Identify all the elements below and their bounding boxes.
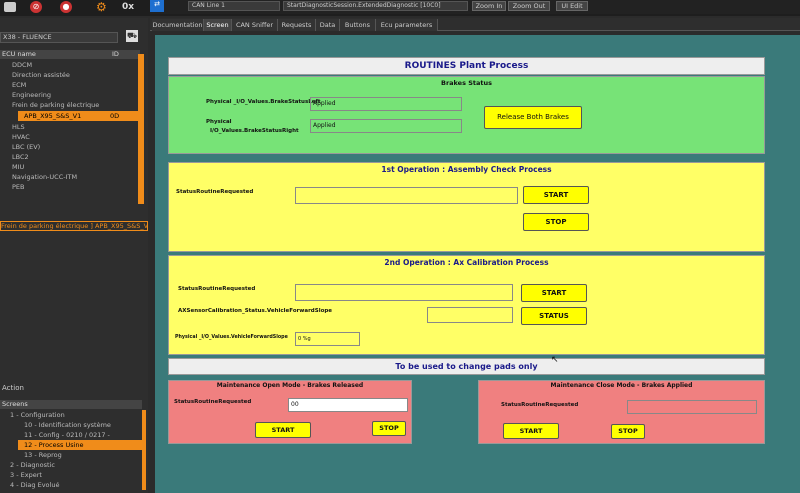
ecu-item-label: APB_X95_S&S_V1 <box>24 112 82 120</box>
release-brakes-button[interactable]: Release Both Brakes <box>484 106 582 129</box>
op2-slope-value: 0 %g <box>295 332 360 346</box>
maintenance-open-title: Maintenance Open Mode - Brakes Released <box>216 382 364 389</box>
maintenance-open-start-button[interactable]: START <box>255 422 311 438</box>
brakes-status-title: Brakes Status <box>440 79 492 87</box>
brakes-status-panel: Brakes Status Physical _I/O_Values.Brake… <box>168 76 765 154</box>
ecu-item[interactable]: HLS <box>0 122 148 132</box>
maintenance-open-label: StatusRoutineRequested <box>174 399 252 405</box>
maintenance-open-panel: Maintenance Open Mode - Brakes Released … <box>168 380 412 444</box>
op2-slope-label: Physical _I/O_Values.VehicleForwardSlope <box>175 335 288 340</box>
tree-item-selected[interactable]: 12 - Process Usine <box>18 440 142 450</box>
ecu-item[interactable]: Engineering <box>0 90 148 100</box>
current-ecu-status: Frein de parking électrique ] APB_X95_S&… <box>0 221 148 231</box>
can-toolbar: ⇄ CAN Line 1 StartDiagnosticSession.Exte… <box>150 0 800 14</box>
ecu-id-header: ID <box>112 50 119 58</box>
ecu-list-scrollbar[interactable] <box>138 54 144 204</box>
tree-scrollbar[interactable] <box>142 410 146 490</box>
tab-documentation[interactable]: Documentation <box>152 19 204 31</box>
tree-item[interactable]: 11 - Config - 0210 / 0217 - <box>0 430 148 440</box>
op2-panel: 2nd Operation : Ax Calibration Process S… <box>168 255 765 355</box>
vehicle-icon[interactable]: ⛟ <box>126 30 138 42</box>
ecu-item[interactable]: Navigation-UCC-ITM <box>0 172 148 182</box>
op2-start-button[interactable]: START <box>521 284 587 302</box>
stop-icon[interactable]: ⊘ <box>30 1 42 13</box>
ecu-list-header: ECU name ID <box>0 50 140 59</box>
tab-can-sniffer[interactable]: CAN Sniffer <box>232 19 278 31</box>
op2-status-value <box>295 284 513 301</box>
tree-item[interactable]: 2 - Diagnostic <box>0 460 148 470</box>
tab-bar: Documentation Screen CAN Sniffer Request… <box>150 18 800 31</box>
tab-buttons[interactable]: Buttons <box>340 19 376 31</box>
screen-canvas: ROUTINES Plant Process Brakes Status Phy… <box>155 35 800 493</box>
ui-edit-button[interactable]: UI Edit <box>556 1 588 11</box>
tab-data[interactable]: Data <box>316 19 340 31</box>
ecu-item[interactable]: ECM <box>0 80 148 90</box>
screen-title: ROUTINES Plant Process <box>404 61 529 71</box>
maintenance-close-stop-button[interactable]: STOP <box>611 424 645 439</box>
maintenance-close-title: Maintenance Close Mode - Brakes Applied <box>550 382 693 389</box>
op2-title: 2nd Operation : Ax Calibration Process <box>384 258 549 267</box>
screen-title-bar: ROUTINES Plant Process <box>168 57 765 75</box>
tab-requests[interactable]: Requests <box>278 19 316 31</box>
counter: 0x <box>122 2 135 12</box>
op1-status-value <box>295 187 518 204</box>
op2-status-label: StatusRoutineRequested <box>178 286 256 292</box>
brake-right-value: Applied <box>310 119 462 133</box>
maintenance-close-start-button[interactable]: START <box>503 423 559 439</box>
op1-status-label: StatusRoutineRequested <box>176 189 254 195</box>
ecu-item[interactable]: HVAC <box>0 132 148 142</box>
tree-item[interactable]: 1 - Configuration <box>0 410 148 420</box>
gear-icon[interactable]: ⚙ <box>96 0 107 14</box>
vehicle-select[interactable]: X38 - FLUENCE <box>0 32 118 43</box>
ecu-item[interactable]: MIU <box>0 162 148 172</box>
tab-screen[interactable]: Screen <box>204 19 232 31</box>
maintenance-open-stop-button[interactable]: STOP <box>372 421 406 436</box>
maintenance-open-value: 00 <box>288 398 408 412</box>
action-label: Action <box>2 384 24 392</box>
pads-banner: To be used to change pads only <box>168 358 765 375</box>
maintenance-close-value <box>627 400 757 414</box>
can-line-select[interactable]: CAN Line 1 <box>188 1 280 11</box>
tree-item[interactable]: 3 - Expert <box>0 470 148 480</box>
brake-right-label-b: I/O_Values.BrakeStatusRight <box>210 128 299 134</box>
tree-item[interactable]: 10 - Identification système <box>0 420 148 430</box>
brake-left-value: Applied <box>310 97 462 111</box>
pads-banner-text: To be used to change pads only <box>395 362 538 371</box>
ecu-item[interactable]: LBC2 <box>0 152 148 162</box>
screens-header: Screens <box>0 400 142 409</box>
tree-item[interactable]: 13 - Reprog <box>0 450 148 460</box>
ecu-item[interactable]: Frein de parking électrique <box>0 100 148 110</box>
ecu-item-id: 0D <box>110 112 120 120</box>
ecu-item-selected[interactable]: APB_X95_S&S_V1 0D <box>18 111 140 121</box>
ecu-item[interactable]: DDCM <box>0 60 148 70</box>
op2-slope-status-value <box>427 307 513 323</box>
brake-right-label-a: Physical <box>206 119 232 125</box>
left-panel: X38 - FLUENCE ⛟ ECU name ID DDCM Directi… <box>0 18 148 493</box>
op2-status-button[interactable]: STATUS <box>521 307 587 325</box>
print-icon[interactable] <box>4 2 16 12</box>
zoom-in-button[interactable]: Zoom In <box>472 1 506 11</box>
op1-start-button[interactable]: START <box>523 186 589 204</box>
op1-stop-button[interactable]: STOP <box>523 213 589 231</box>
maintenance-close-label: StatusRoutineRequested <box>501 402 579 408</box>
zoom-out-button[interactable]: Zoom Out <box>508 1 550 11</box>
ecu-item[interactable]: PEB <box>0 182 148 192</box>
mouse-cursor-icon: ↖ <box>551 355 559 365</box>
op2-slope-status-label: AXSensorCalibration_Status.VehicleForwar… <box>178 308 333 314</box>
op1-panel: 1st Operation : Assembly Check Process S… <box>168 162 765 252</box>
maintenance-close-panel: Maintenance Close Mode - Brakes Applied … <box>478 380 765 444</box>
record-icon[interactable]: ● <box>60 1 72 13</box>
ecu-name-header: ECU name <box>2 50 36 58</box>
ecu-item[interactable]: Direction assistée <box>0 70 148 80</box>
brake-left-label: Physical _I/O_Values.BrakeStatusLeft <box>206 99 321 105</box>
tree-item[interactable]: 4 - Diag Evolué <box>0 480 148 490</box>
ecu-item[interactable]: LBC (EV) <box>0 142 148 152</box>
session-select[interactable]: StartDiagnosticSession.ExtendedDiagnosti… <box>283 1 468 11</box>
connect-icon[interactable]: ⇄ <box>150 0 164 12</box>
op1-title: 1st Operation : Assembly Check Process <box>381 165 552 174</box>
tab-ecu-parameters[interactable]: Ecu parameters <box>376 19 438 31</box>
